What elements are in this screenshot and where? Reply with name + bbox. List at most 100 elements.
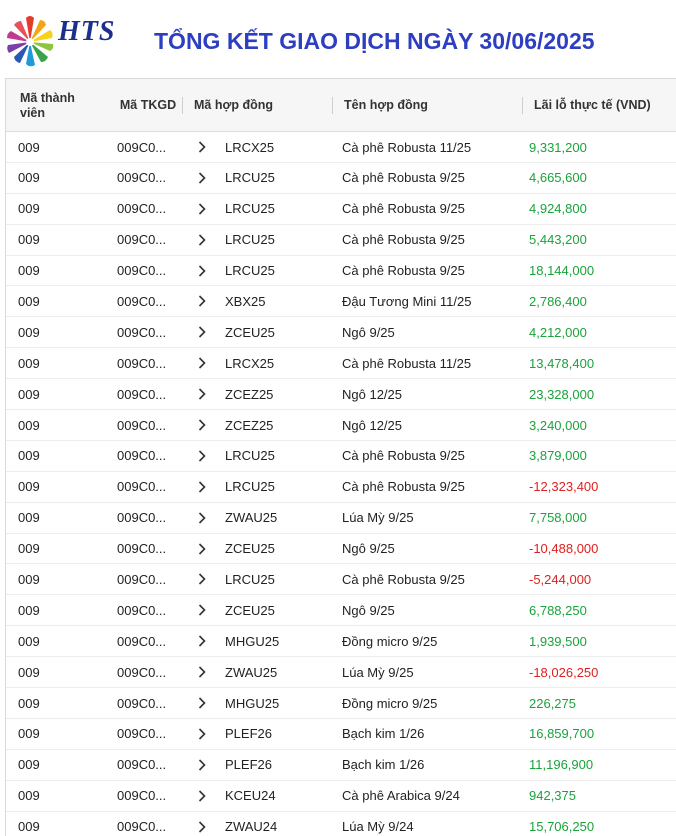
chevron-right-icon[interactable]: [194, 348, 210, 378]
realized-pnl-cell: 942,375: [529, 788, 576, 804]
realized-pnl-cell: 226,275: [529, 695, 576, 711]
table-row[interactable]: 009 009C0... XBX25 Đậu Tương Mini 11/25 …: [6, 286, 676, 318]
table-row[interactable]: 009 009C0... MHGU25 Đồng micro 9/25 1,93…: [6, 626, 676, 658]
chevron-right-icon[interactable]: [194, 719, 210, 749]
contract-code-cell: LRCU25: [225, 448, 275, 464]
contract-name-cell: Cà phê Robusta 9/25: [342, 201, 465, 217]
chevron-right-icon[interactable]: [194, 688, 210, 718]
table-row[interactable]: 009 009C0... LRCU25 Cà phê Robusta 9/25 …: [6, 441, 676, 472]
realized-pnl-cell: 9,331,200: [529, 139, 587, 155]
contract-name-cell: Cà phê Robusta 11/25: [342, 139, 472, 155]
contract-code-cell: ZCEZ25: [225, 386, 274, 402]
chevron-right-icon[interactable]: [194, 163, 210, 193]
column-header-contract-code[interactable]: Mã hợp đồng: [182, 79, 328, 132]
chevron-right-icon[interactable]: [194, 441, 210, 471]
table-row[interactable]: 009 009C0... PLEF26 Bạch kim 1/26 16,859…: [6, 719, 676, 750]
member-code-cell: 009: [18, 417, 40, 433]
chevron-right-icon[interactable]: [194, 595, 210, 625]
realized-pnl-cell: 13,478,400: [529, 355, 595, 371]
chevron-right-icon[interactable]: [194, 534, 210, 564]
table-row[interactable]: 009 009C0... ZWAU25 Lúa Mỳ 9/25 7,758,00…: [6, 503, 676, 534]
table-row[interactable]: 009 009C0... ZCEU25 Ngô 9/25 6,788,250: [6, 595, 676, 627]
account-code-cell: 009C0...: [117, 139, 167, 155]
contract-code-cell: ZWAU25: [225, 664, 278, 680]
chevron-right-icon[interactable]: [194, 379, 210, 409]
contract-code-cell: LRCU25: [225, 170, 275, 186]
table-row[interactable]: 009 009C0... LRCU25 Cà phê Robusta 9/25 …: [6, 194, 676, 225]
column-header-account[interactable]: Mã TKGD: [118, 79, 178, 132]
contract-code-cell: ZCEU25: [225, 602, 275, 618]
account-code-cell: 009C0...: [117, 510, 167, 526]
chevron-right-icon[interactable]: [194, 317, 210, 347]
chevron-right-icon[interactable]: [194, 750, 210, 780]
chevron-right-icon[interactable]: [194, 812, 210, 836]
trade-summary-table: Mã thành viên Mã TKGD Mã hợp đồng Tên hợ…: [5, 78, 676, 836]
account-code-cell: 009C0...: [117, 541, 167, 557]
realized-pnl-cell: 6,788,250: [529, 602, 587, 618]
table-row[interactable]: 009 009C0... LRCX25 Cà phê Robusta 11/25…: [6, 348, 676, 380]
contract-code-cell: ZCEU25: [225, 324, 275, 340]
chevron-right-icon[interactable]: [194, 410, 210, 440]
contract-name-cell: Bạch kim 1/26: [342, 726, 425, 742]
chevron-right-icon[interactable]: [194, 132, 210, 162]
realized-pnl-cell: -5,244,000: [529, 571, 592, 587]
table-row[interactable]: 009 009C0... LRCU25 Cà phê Robusta 9/25 …: [6, 163, 676, 194]
chevron-right-icon[interactable]: [194, 286, 210, 316]
member-code-cell: 009: [18, 293, 40, 309]
account-code-cell: 009C0...: [117, 757, 167, 773]
table-row[interactable]: 009 009C0... ZCEU25 Ngô 9/25 -10,488,000: [6, 534, 676, 565]
realized-pnl-cell: -18,026,250: [529, 664, 599, 680]
member-code-cell: 009: [18, 386, 40, 402]
chevron-right-icon[interactable]: [194, 225, 210, 255]
member-code-cell: 009: [18, 448, 40, 464]
member-code-cell: 009: [18, 695, 40, 711]
table-row[interactable]: 009 009C0... ZCEZ25 Ngô 12/25 3,240,000: [6, 410, 676, 441]
table-row[interactable]: 009 009C0... LRCU25 Cà phê Robusta 9/25 …: [6, 564, 676, 596]
account-code-cell: 009C0...: [117, 695, 167, 711]
contract-code-cell: MHGU25: [225, 695, 280, 711]
table-row[interactable]: 009 009C0... ZWAU25 Lúa Mỳ 9/25 -18,026,…: [6, 657, 676, 689]
chevron-right-icon[interactable]: [194, 503, 210, 533]
contract-code-cell: ZCEU25: [225, 541, 275, 557]
table-row[interactable]: 009 009C0... ZCEU25 Ngô 9/25 4,212,000: [6, 317, 676, 349]
account-code-cell: 009C0...: [117, 633, 167, 649]
table-row[interactable]: 009 009C0... KCEU24 Cà phê Arabica 9/24 …: [6, 781, 676, 812]
column-header-contract-name[interactable]: Tên hợp đồng: [332, 79, 520, 132]
realized-pnl-cell: 4,212,000: [529, 324, 587, 340]
contract-name-cell: Đồng micro 9/25: [342, 633, 438, 649]
contract-code-cell: LRCU25: [225, 232, 275, 248]
column-header-realized-pnl[interactable]: Lãi lỗ thực tế (VND): [522, 79, 672, 132]
contract-code-cell: LRCU25: [225, 571, 275, 587]
chevron-right-icon[interactable]: [194, 256, 210, 286]
account-code-cell: 009C0...: [117, 571, 167, 587]
table-row[interactable]: 009 009C0... PLEF26 Bạch kim 1/26 11,196…: [6, 750, 676, 781]
table-row[interactable]: 009 009C0... LRCU25 Cà phê Robusta 9/25 …: [6, 472, 676, 503]
column-header-member[interactable]: Mã thành viên: [20, 79, 100, 132]
chevron-right-icon[interactable]: [194, 564, 210, 594]
member-code-cell: 009: [18, 355, 40, 371]
chevron-right-icon[interactable]: [194, 194, 210, 224]
table-row[interactable]: 009 009C0... MHGU25 Đồng micro 9/25 226,…: [6, 688, 676, 719]
chevron-right-icon[interactable]: [194, 626, 210, 656]
brand-logo-text: HTS: [58, 16, 116, 47]
contract-code-cell: LRCU25: [225, 263, 275, 279]
table-row[interactable]: 009 009C0... LRCX25 Cà phê Robusta 11/25…: [6, 132, 676, 163]
contract-code-cell: MHGU25: [225, 633, 280, 649]
account-code-cell: 009C0...: [117, 170, 167, 186]
contract-name-cell: Cà phê Arabica 9/24: [342, 788, 460, 804]
contract-name-cell: Bạch kim 1/26: [342, 757, 425, 773]
table-row[interactable]: 009 009C0... ZWAU24 Lúa Mỳ 9/24 15,706,2…: [6, 812, 676, 836]
account-code-cell: 009C0...: [117, 819, 167, 835]
contract-name-cell: Cà phê Robusta 9/25: [342, 263, 465, 279]
chevron-right-icon[interactable]: [194, 657, 210, 687]
account-code-cell: 009C0...: [117, 417, 167, 433]
table-row[interactable]: 009 009C0... LRCU25 Cà phê Robusta 9/25 …: [6, 225, 676, 256]
table-row[interactable]: 009 009C0... ZCEZ25 Ngô 12/25 23,328,000: [6, 379, 676, 411]
chevron-right-icon[interactable]: [194, 472, 210, 502]
table-row[interactable]: 009 009C0... LRCU25 Cà phê Robusta 9/25 …: [6, 256, 676, 287]
chevron-right-icon[interactable]: [194, 781, 210, 811]
contract-name-cell: Cà phê Robusta 9/25: [342, 479, 465, 495]
member-code-cell: 009: [18, 170, 40, 186]
table-header: Mã thành viên Mã TKGD Mã hợp đồng Tên hợ…: [6, 79, 676, 132]
realized-pnl-cell: -10,488,000: [529, 541, 599, 557]
